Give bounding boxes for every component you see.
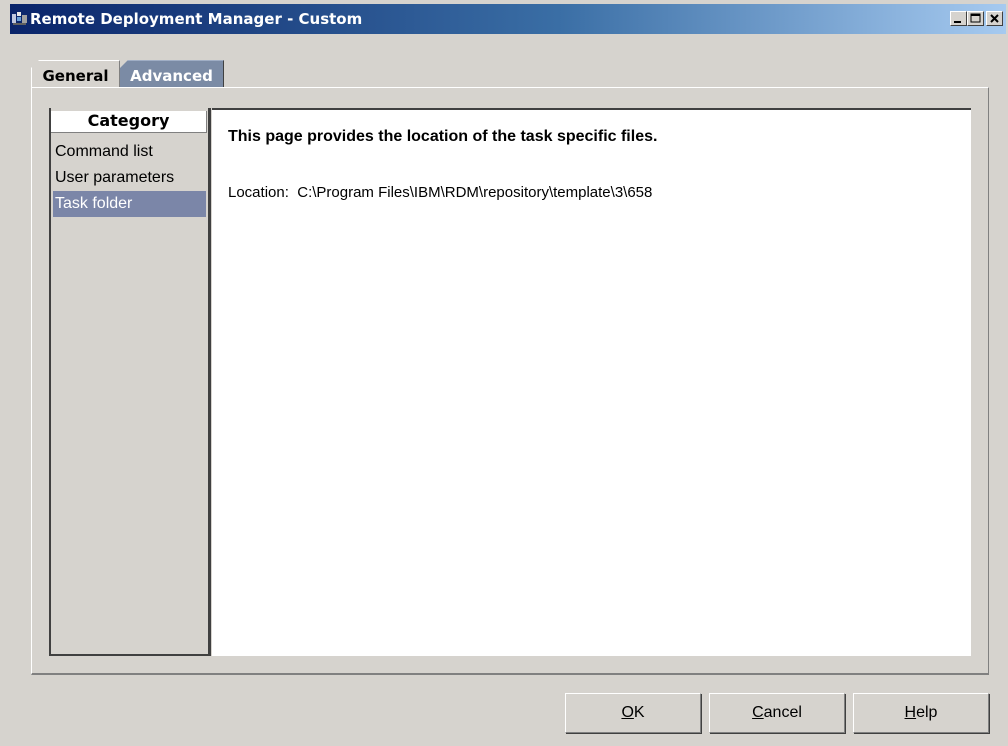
tab-panel-general: Category Command list User parameters Ta… <box>31 87 989 675</box>
maximize-icon <box>970 13 981 23</box>
tab-advanced[interactable]: Advanced <box>120 60 224 88</box>
category-item-task-folder[interactable]: Task folder <box>53 191 206 217</box>
maximize-button[interactable] <box>967 11 984 26</box>
content-pane: This page provides the location of the t… <box>212 108 971 656</box>
dialog-window: Remote Deployment Manager - Custom Gener… <box>0 0 1008 746</box>
category-header: Category <box>51 111 207 133</box>
cancel-button[interactable]: Cancel <box>709 693 845 733</box>
category-item-command-list[interactable]: Command list <box>53 139 206 165</box>
location-line: Location: C:\Program Files\IBM\RDM\repos… <box>228 184 652 201</box>
ok-label-rest: K <box>633 704 645 721</box>
app-icon[interactable] <box>12 11 28 27</box>
ok-mnemonic: O <box>621 704 634 721</box>
tab-general[interactable]: General <box>31 60 120 88</box>
help-label-rest: elp <box>916 704 938 721</box>
minimize-button[interactable] <box>950 11 967 26</box>
cancel-mnemonic: C <box>752 704 764 721</box>
cancel-label-rest: ancel <box>763 704 802 721</box>
location-value: C:\Program Files\IBM\RDM\repository\temp… <box>297 184 653 201</box>
help-mnemonic: H <box>904 704 917 721</box>
help-button[interactable]: Help <box>853 693 989 733</box>
category-item-user-parameters[interactable]: User parameters <box>53 165 206 191</box>
minimize-icon <box>954 21 961 23</box>
page-description: This page provides the location of the t… <box>228 128 658 145</box>
close-button[interactable] <box>986 11 1003 26</box>
location-label: Location: <box>228 184 289 201</box>
category-list: Category Command list User parameters Ta… <box>49 108 211 656</box>
window-title: Remote Deployment Manager - Custom <box>30 10 363 28</box>
ok-button[interactable]: OK <box>565 693 701 733</box>
close-icon <box>990 14 999 23</box>
title-bar[interactable]: Remote Deployment Manager - Custom <box>10 4 1006 34</box>
